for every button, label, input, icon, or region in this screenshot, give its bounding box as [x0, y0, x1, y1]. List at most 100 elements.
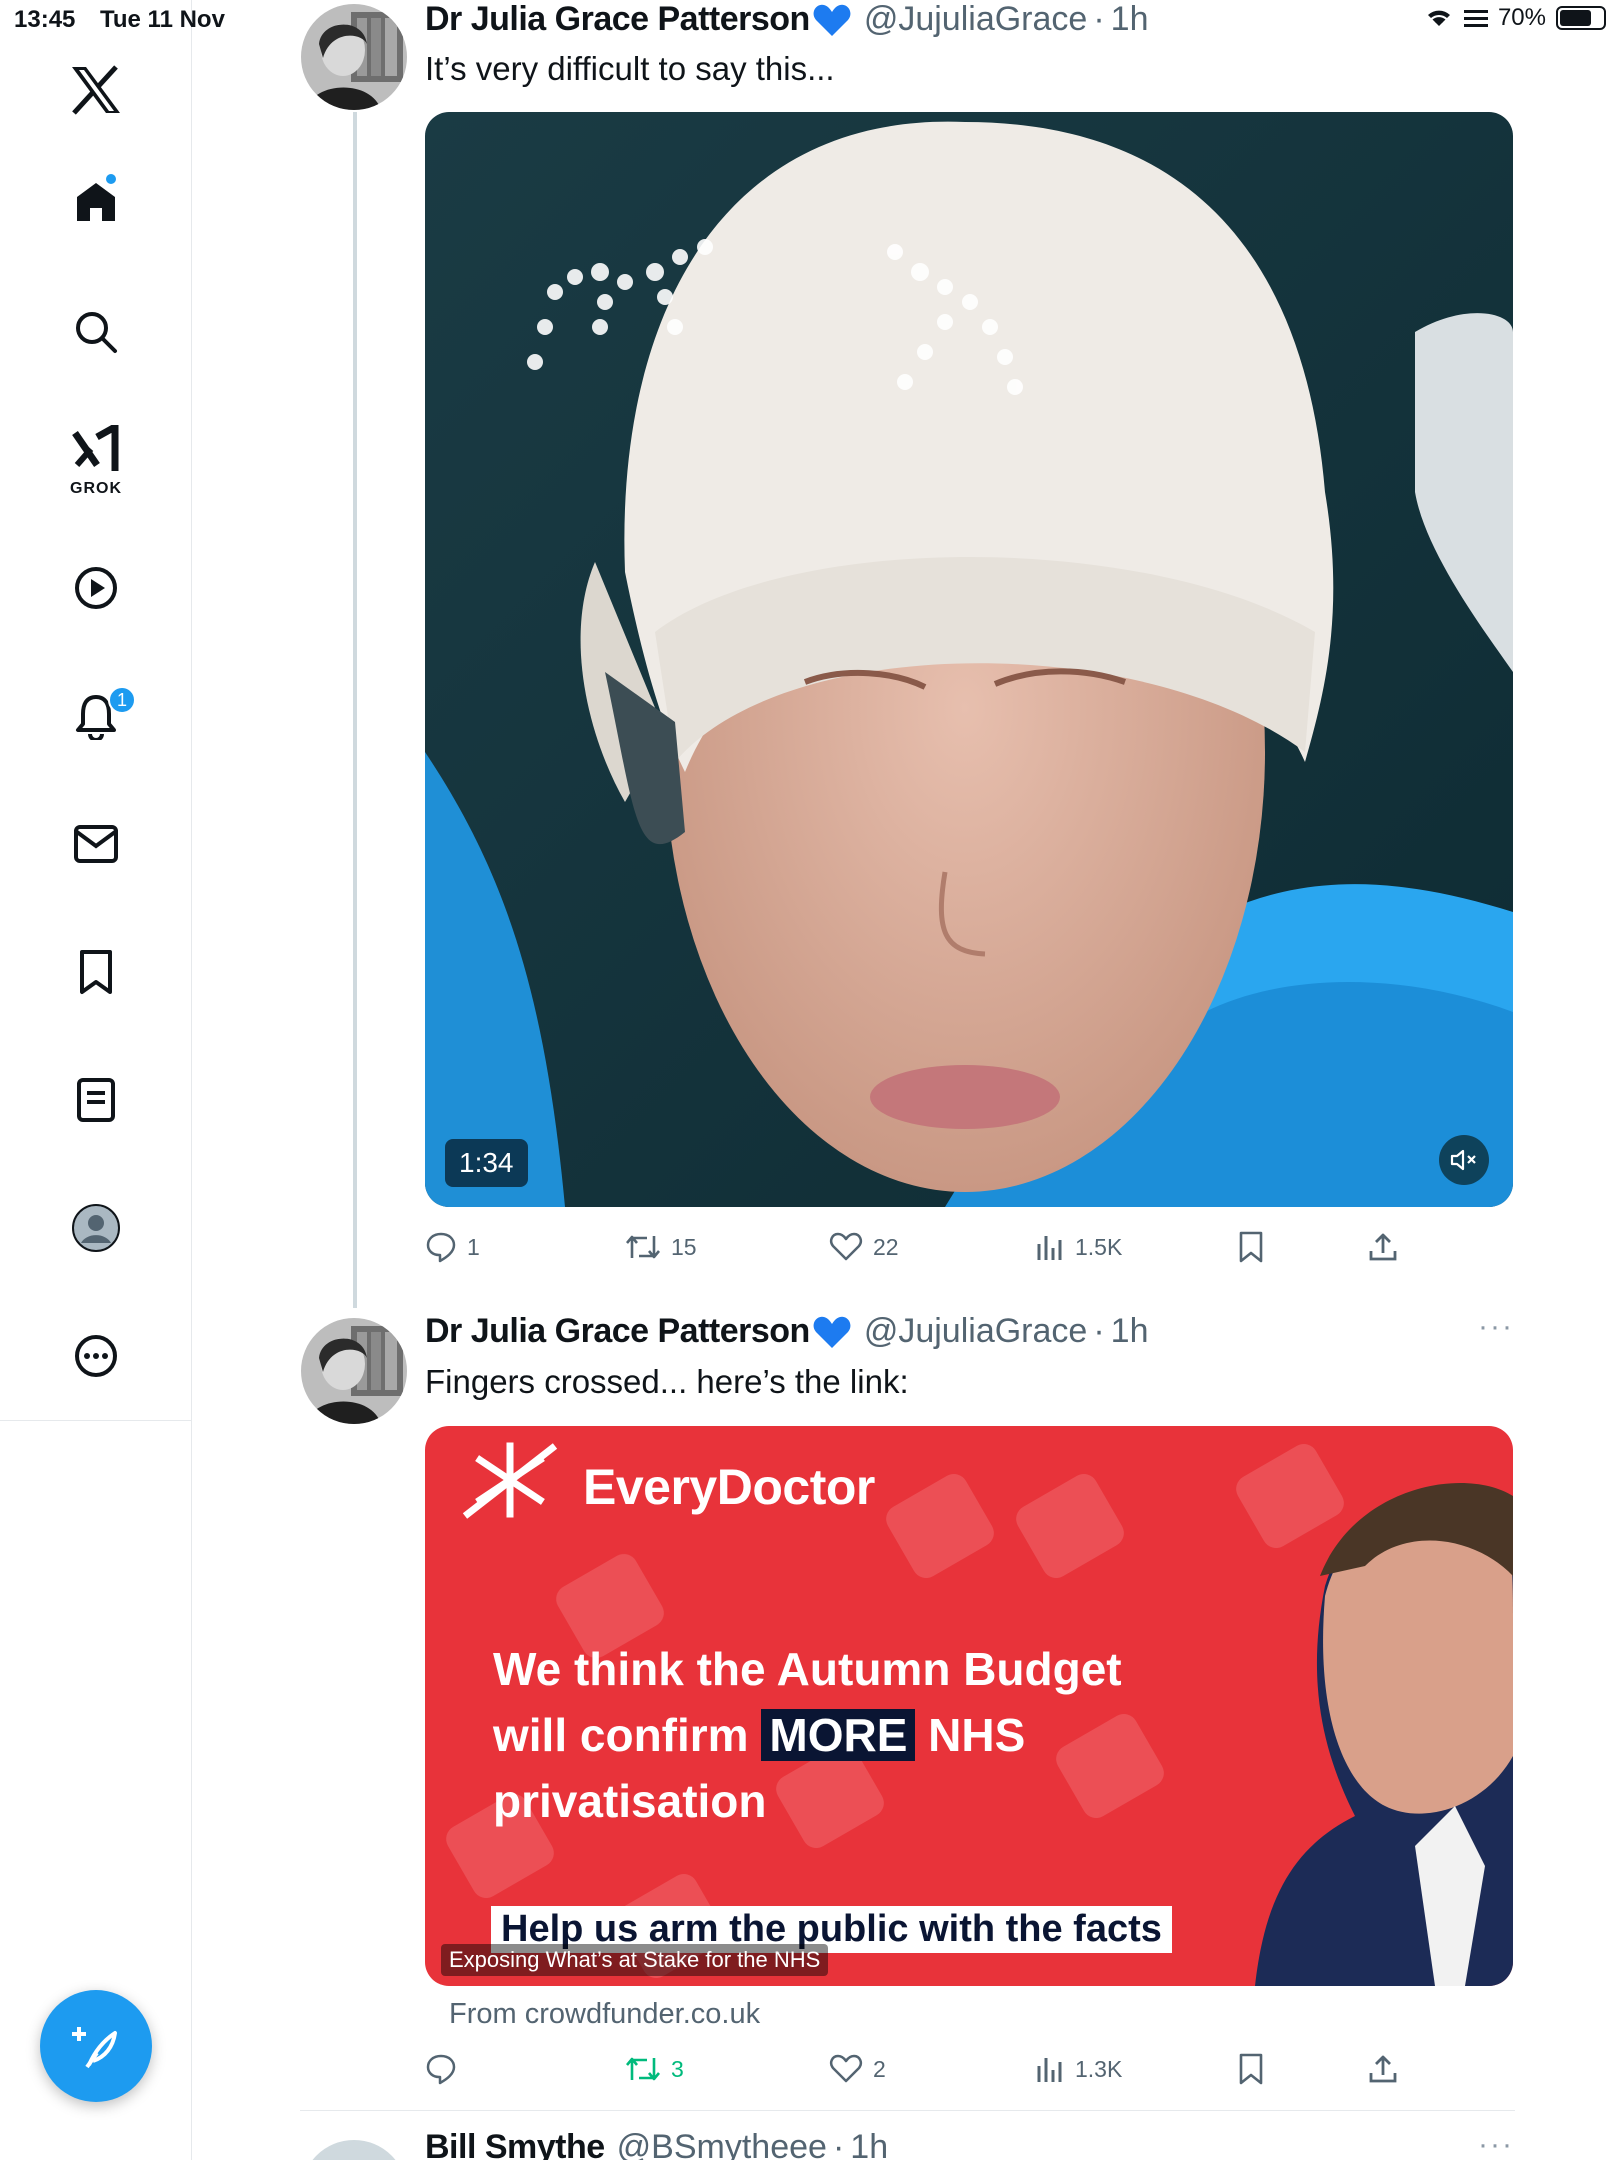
nav-notifications[interactable]: 1 [0, 666, 192, 766]
post-time[interactable]: 1h [850, 2128, 888, 2160]
reply-count: 1 [467, 1233, 480, 1260]
blue-heart-icon [813, 1316, 851, 1348]
post-time[interactable]: 1h [1111, 1312, 1149, 1351]
share-icon [1369, 2055, 1397, 2083]
repost-icon [626, 2057, 660, 2081]
bookmark-icon [80, 950, 112, 994]
headline-highlight: MORE [761, 1709, 916, 1761]
repost-count: 15 [671, 1233, 697, 1260]
profile-icon [72, 1204, 120, 1252]
like-button[interactable]: 2 [829, 2044, 886, 2094]
status-bar: 13:45 Tue 11 Nov 70% [0, 0, 1620, 40]
wifi-icon [1427, 10, 1450, 26]
status-right: 70% [1424, 4, 1606, 32]
author-name[interactable]: Bill Smythe [425, 2128, 605, 2160]
video-frame [425, 112, 1513, 1207]
sidebar-divider [0, 1420, 192, 1421]
more-icon [75, 1335, 117, 1377]
time-separator: · [1093, 1312, 1105, 1350]
reply-icon [426, 2054, 456, 2085]
card-caption: Exposing What’s at Stake for the NHS [441, 1944, 829, 1976]
author-name[interactable]: Dr Julia Grace Patterson [425, 1312, 810, 1351]
views-button[interactable]: 1.3K [1035, 2044, 1122, 2094]
author-handle[interactable]: @JujuliaGrace [864, 1312, 1088, 1351]
home-new-dot [104, 172, 118, 186]
mail-icon [74, 825, 118, 863]
share-button[interactable] [1367, 1222, 1399, 1272]
compose-button[interactable] [40, 1990, 152, 2102]
post-header: Bill Smythe @BSmytheee · 1h [425, 2128, 888, 2160]
battery-icon [1556, 6, 1606, 30]
repost-button[interactable]: 15 [625, 1222, 697, 1272]
bookmark-icon [1239, 1231, 1263, 1263]
repost-count: 3 [671, 2055, 684, 2082]
nav-search[interactable] [0, 282, 192, 382]
analytics-icon [1037, 2058, 1062, 2082]
bookmark-button[interactable] [1237, 2044, 1265, 2094]
speaker-muted-icon [1450, 1149, 1476, 1171]
video-icon [75, 567, 117, 609]
headline-2a: will confirm [493, 1709, 762, 1761]
nav-messages[interactable] [0, 794, 192, 894]
grok-icon [72, 425, 119, 471]
views-button[interactable]: 1.5K [1035, 1222, 1122, 1272]
post-text: Fingers crossed... here’s the link: [425, 1363, 909, 1400]
reply-button[interactable] [425, 2044, 467, 2094]
headline-line-1: We think the Autumn Budget [493, 1643, 1122, 1695]
list-status-icon [1463, 10, 1488, 27]
nav-lists[interactable] [0, 1050, 192, 1150]
x-logo[interactable] [0, 40, 192, 140]
nav-home[interactable] [0, 152, 192, 252]
like-button[interactable]: 22 [829, 1222, 899, 1272]
post-more-icon[interactable]: ··· [1478, 1310, 1514, 1344]
post-more-icon[interactable]: ··· [1478, 2128, 1514, 2160]
compose-icon [72, 2027, 117, 2069]
repost-icon [626, 1235, 660, 1259]
reply-button[interactable]: 1 [425, 1222, 480, 1272]
thread-line [353, 112, 357, 1308]
status-time: 13:45 [14, 6, 76, 33]
author-handle[interactable]: @BSmytheee [617, 2128, 827, 2160]
mute-button[interactable] [1439, 1135, 1489, 1185]
reply-icon [426, 1232, 456, 1263]
video-player[interactable]: 1:34 [425, 112, 1513, 1207]
bookmark-icon [1239, 2053, 1263, 2085]
status-date: Tue 11 Nov [100, 6, 225, 33]
sidebar: GROK 1 [0, 0, 192, 2160]
battery-percent: 70% [1497, 4, 1546, 31]
like-count: 22 [873, 1233, 899, 1260]
view-count: 1.3K [1075, 2055, 1123, 2082]
post-header: Dr Julia Grace Patterson @JujuliaGrace ·… [425, 1312, 1148, 1351]
headline-2c: NHS [915, 1709, 1026, 1761]
analytics-icon [1037, 1236, 1062, 1260]
post-actions: 1 15 22 1.5K [425, 1222, 1425, 1272]
repost-button[interactable]: 3 [625, 2044, 684, 2094]
post-divider [300, 2110, 1515, 2111]
headline-line-3: privatisation [493, 1775, 767, 1827]
heart-icon [829, 2054, 863, 2083]
view-count: 1.5K [1075, 1233, 1123, 1260]
avatar[interactable] [301, 2140, 407, 2160]
nav-profile[interactable] [0, 1178, 192, 1278]
nav-video[interactable] [0, 538, 192, 638]
post-actions: 3 2 1.3K [425, 2044, 1425, 2094]
search-icon [76, 312, 117, 353]
lists-icon [77, 1078, 115, 1122]
card-brand: EveryDoctor [583, 1459, 875, 1515]
card-headline: We think the Autumn Budget will confirm … [493, 1636, 1122, 1834]
nav-bookmarks[interactable] [0, 922, 192, 1022]
headline-line-2: will confirm MORE NHS [493, 1702, 1122, 1768]
video-duration: 1:34 [445, 1139, 528, 1187]
link-source[interactable]: From crowdfunder.co.uk [449, 1998, 760, 2031]
post-text: It’s very difficult to say this... [425, 50, 835, 87]
grok-label: GROK [70, 480, 122, 497]
notifications-badge: 1 [108, 686, 136, 714]
share-button[interactable] [1367, 2044, 1399, 2094]
like-count: 2 [873, 2055, 886, 2082]
nav-more[interactable] [0, 1306, 192, 1406]
link-card[interactable]: EveryDoctor We think the Autumn Budget w… [425, 1426, 1513, 1986]
bookmark-button[interactable] [1237, 1222, 1265, 1272]
heart-icon [829, 1232, 863, 1261]
avatar[interactable] [301, 1318, 407, 1424]
time-separator: · [832, 2128, 845, 2160]
